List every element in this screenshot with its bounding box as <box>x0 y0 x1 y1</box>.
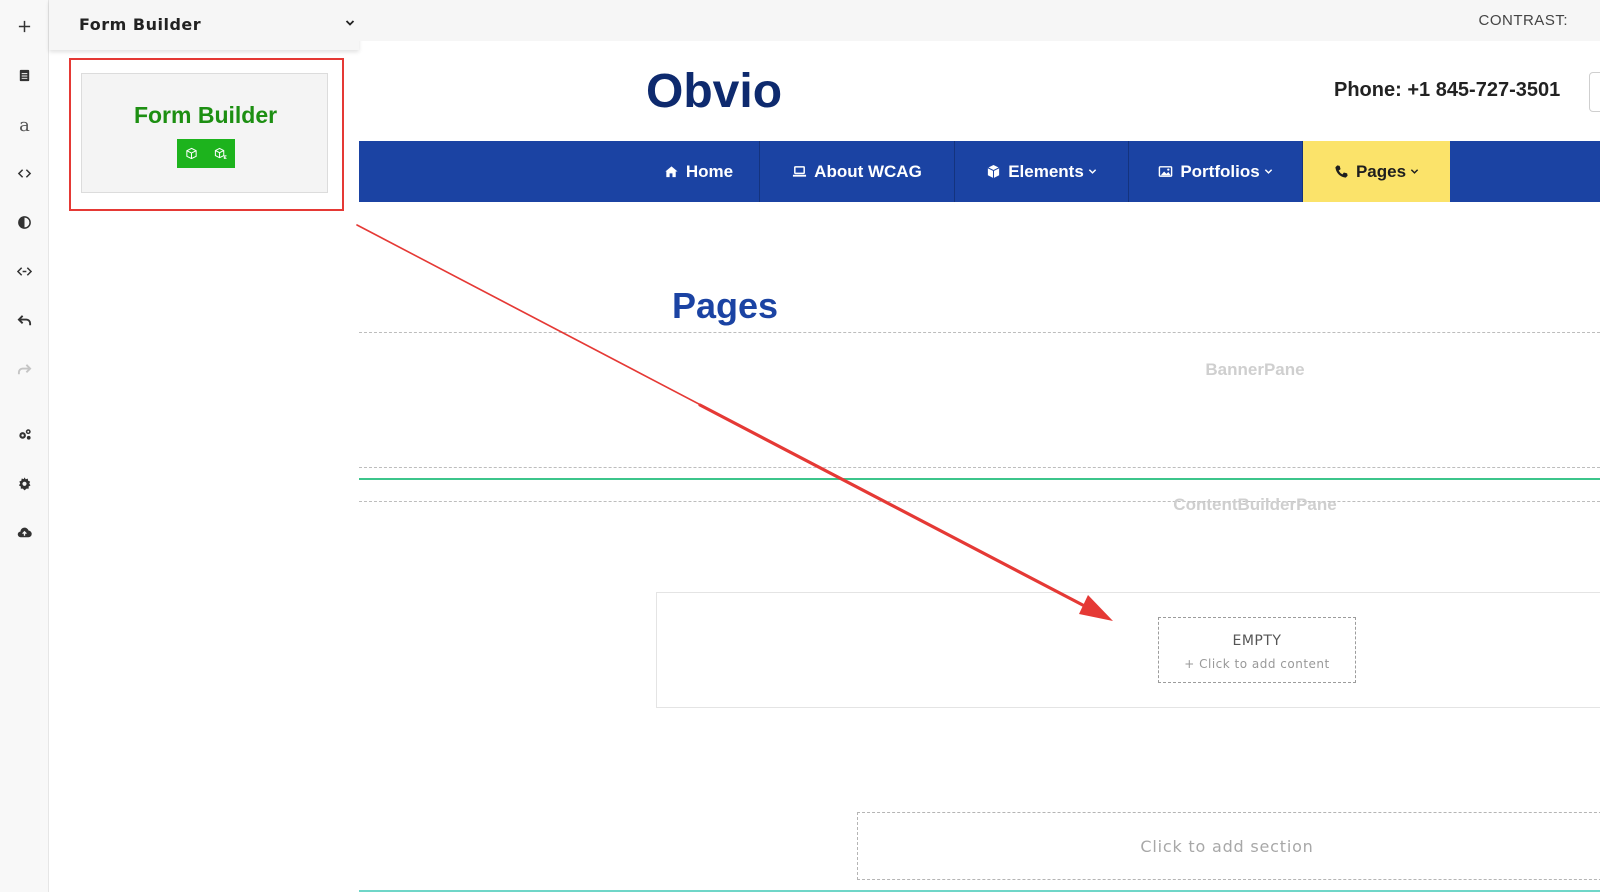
contrast-label[interactable]: CONTRAST: <box>1478 12 1568 29</box>
pane-divider <box>359 501 1600 502</box>
nav-item-label: Portfolios <box>1180 161 1260 181</box>
nav-item-home[interactable]: Home <box>638 141 760 202</box>
settings-group-button[interactable] <box>0 414 49 454</box>
cube-icon <box>987 164 1000 179</box>
add-section-label: Click to add section <box>1140 836 1314 856</box>
undo-button[interactable] <box>0 300 49 340</box>
resize-icon <box>17 266 32 276</box>
settings-group-icon <box>19 428 31 440</box>
nav-item-label: Home <box>685 161 734 181</box>
empty-title: EMPTY <box>1232 633 1282 649</box>
font-icon: a <box>19 114 30 136</box>
phone-icon <box>1335 165 1348 178</box>
chevron-down-icon <box>1088 169 1096 174</box>
chevron-down-icon <box>1264 169 1272 174</box>
form-builder-snippet[interactable]: Form Builder <box>81 73 328 193</box>
add-icon <box>18 20 31 32</box>
gear-button[interactable] <box>0 463 49 503</box>
nav-item-elements[interactable]: Elements <box>955 141 1129 202</box>
nav-item-label: About WCAG <box>814 161 922 181</box>
chevron-down-icon <box>1410 169 1419 174</box>
cube-e-icon <box>206 139 235 168</box>
header-search-box[interactable] <box>1589 72 1600 112</box>
nav-item-label: Elements <box>1008 161 1084 181</box>
home-icon <box>665 166 678 178</box>
chevron-down-icon <box>345 20 355 26</box>
cube-icon <box>177 139 206 168</box>
pane-divider <box>359 332 1600 333</box>
add-section-button[interactable]: Click to add section <box>857 812 1600 880</box>
snippet-category-select[interactable]: Form Builder <box>49 0 359 50</box>
add-content-link[interactable]: + Click to add content <box>1159 657 1355 671</box>
snippet-category-label: Form Builder <box>79 15 202 34</box>
accessibility-bar: CONTRAST: <box>359 0 1600 41</box>
cloud-upload-button[interactable] <box>0 512 49 552</box>
laptop-icon <box>793 166 807 177</box>
site-logo[interactable]: Obvio <box>646 64 782 119</box>
nav-item-label: Pages <box>1355 161 1407 181</box>
contrast-button[interactable] <box>0 202 49 242</box>
image-icon <box>1159 166 1173 177</box>
document-icon <box>19 69 30 81</box>
editor-screen: a Form Builder Form Builder CONTRAST: Ob… <box>0 0 1600 892</box>
gear-icon <box>18 476 31 490</box>
contrast-icon <box>18 215 31 229</box>
content-builder-pane-label: ContentBuilderPane <box>1173 495 1337 514</box>
redo-button[interactable] <box>0 349 49 389</box>
nav-item-about-wcag[interactable]: About WCAG <box>760 141 955 202</box>
phone-number: Phone: +1 845-727-3501 <box>1334 79 1561 101</box>
resize-button[interactable] <box>0 251 49 291</box>
cloud-upload-icon <box>17 527 32 537</box>
pane-drop-indicator <box>359 478 1600 480</box>
content-section <box>656 592 1600 708</box>
undo-icon <box>17 314 32 325</box>
editor-toolbar: a <box>0 0 49 892</box>
code-icon <box>17 168 32 178</box>
code-button[interactable] <box>0 153 49 193</box>
empty-content-placeholder[interactable]: EMPTY + Click to add content <box>1158 617 1356 683</box>
main-nav: Home About WCAG Elements Portfolios Page… <box>359 141 1600 202</box>
banner-pane-label: BannerPane <box>1205 360 1305 379</box>
redo-icon <box>17 363 32 374</box>
nav-item-pages[interactable]: Pages <box>1303 141 1450 202</box>
font-button[interactable]: a <box>0 105 49 145</box>
snippet-title: Form Builder <box>133 102 278 128</box>
document-button[interactable] <box>0 55 49 95</box>
page-title: Pages <box>672 285 779 326</box>
add-button[interactable] <box>0 6 49 46</box>
nav-item-portfolios[interactable]: Portfolios <box>1129 141 1303 202</box>
pane-divider <box>359 467 1600 468</box>
